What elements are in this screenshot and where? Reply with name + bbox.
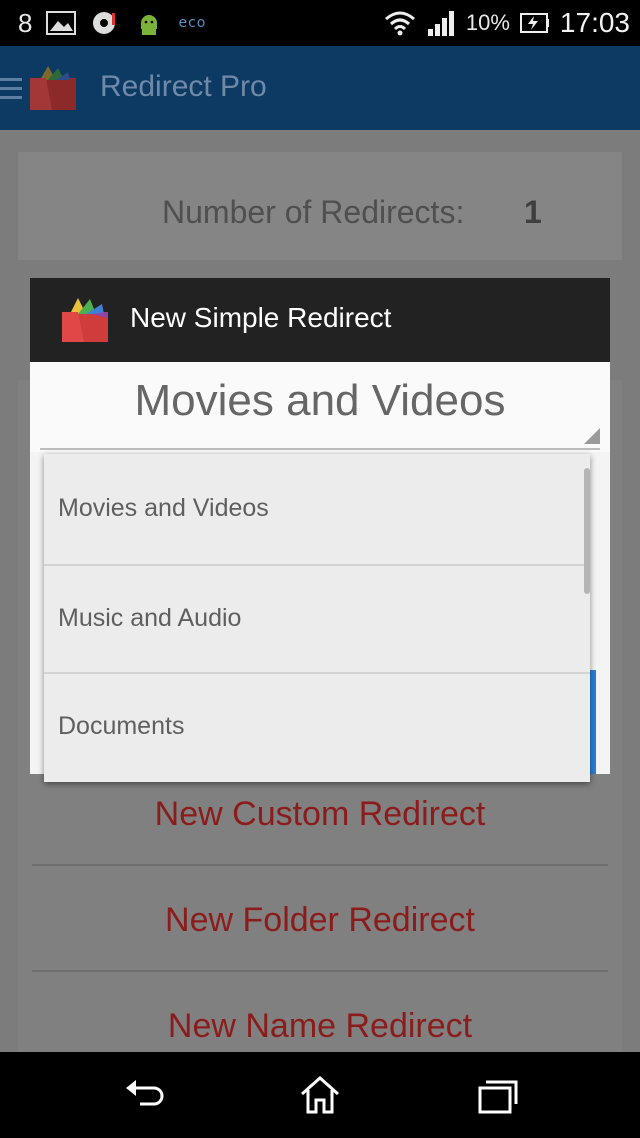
spinner-arrow-icon (584, 428, 600, 444)
dropdown-option-label: Movies and Videos (58, 494, 269, 522)
dropdown-option-label: Documents (58, 712, 185, 740)
clock: 17:03 (559, 7, 630, 38)
wifi-icon (384, 11, 415, 36)
action-bar: Redirect Pro (0, 46, 640, 130)
new-folder-redirect-button[interactable]: New Folder Redirect (32, 870, 608, 970)
redirect-count-card: Number of Redirects: 1 (18, 152, 622, 260)
spinner-underline (40, 448, 600, 450)
music-icon (93, 12, 116, 34)
category-dropdown-list: Movies and Videos Music and Audio Docume… (44, 454, 590, 782)
app-logo-icon (62, 298, 108, 342)
dialog-title: New Simple Redirect (130, 302, 392, 333)
divider (32, 970, 608, 972)
redirect-count-value: 1 (524, 194, 542, 230)
category-spinner-value: Movies and Videos (134, 376, 506, 425)
dropdown-option[interactable]: Documents (44, 674, 590, 782)
category-spinner[interactable]: Movies and Videos (30, 362, 610, 452)
dialog-header: New Simple Redirect (30, 278, 610, 362)
notification-count: 8 (18, 7, 33, 38)
app-title: Redirect Pro (100, 70, 267, 103)
redirect-count-label: Number of Redirects: (162, 194, 465, 230)
status-bar: 8 eco 10% 17:03 (0, 0, 640, 46)
menu-icon[interactable] (0, 74, 22, 102)
eco-label: eco (178, 15, 207, 31)
app-logo-icon[interactable] (26, 64, 82, 112)
android-headset-icon (141, 15, 158, 35)
dropdown-scrollbar[interactable] (584, 468, 590, 594)
battery-percent: 10% (465, 10, 510, 35)
dropdown-option[interactable]: Movies and Videos (44, 456, 590, 564)
signal-icon (427, 11, 454, 36)
battery-charging-icon (519, 13, 549, 33)
dropdown-option[interactable]: Music and Audio (44, 566, 590, 674)
recent-apps-icon[interactable] (474, 1074, 522, 1116)
dropdown-option-label: Music and Audio (58, 604, 242, 632)
home-icon[interactable] (296, 1074, 344, 1116)
navigation-bar (0, 1052, 640, 1138)
gallery-icon (46, 11, 77, 35)
divider (32, 864, 608, 866)
back-icon[interactable] (120, 1074, 168, 1116)
